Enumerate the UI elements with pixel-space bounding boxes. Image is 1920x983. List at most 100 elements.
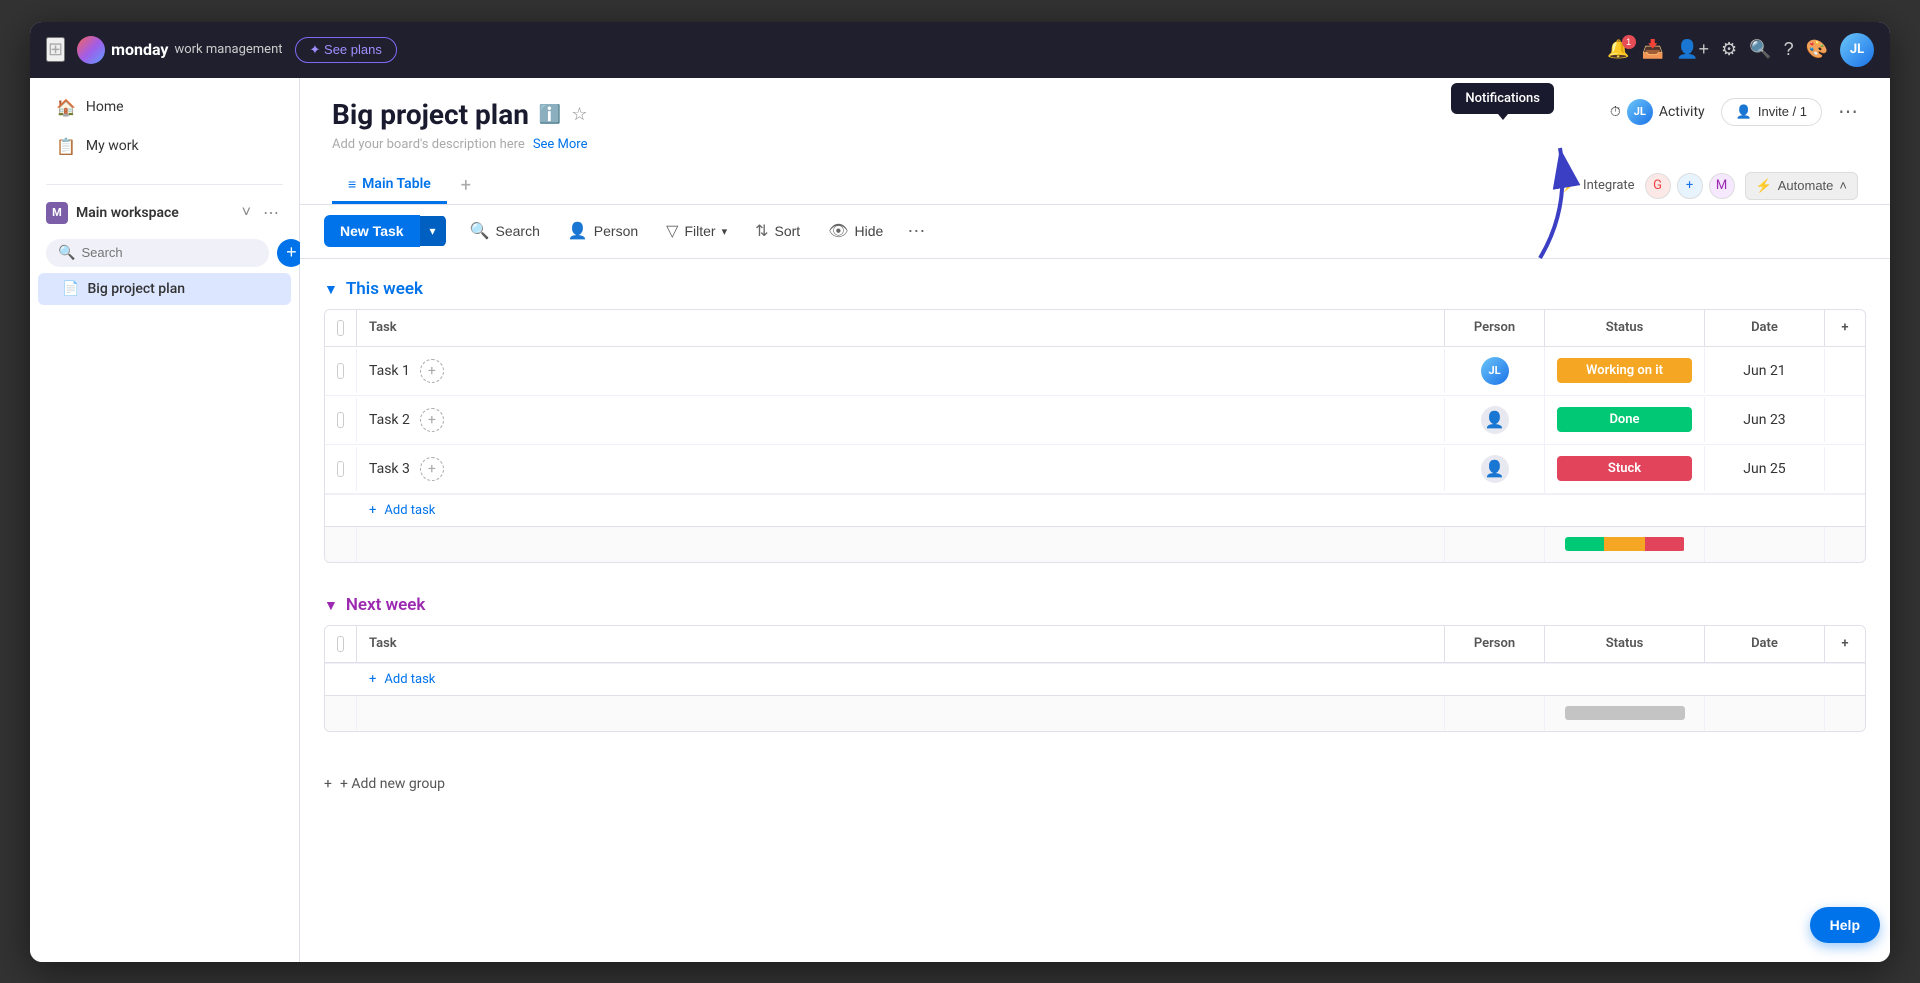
row1-status-badge[interactable]: Working on it [1557, 358, 1692, 383]
filter-chevron: ▾ [722, 225, 728, 238]
add-group-label: + Add new group [340, 776, 445, 792]
row1-task-cell: Task 1 + [357, 349, 1445, 393]
row2-person-empty[interactable]: 👤 [1481, 406, 1509, 434]
row1-checkbox[interactable] [337, 363, 344, 379]
sidebar-search-input[interactable] [81, 245, 257, 260]
add-task-row-this-week[interactable]: + Add task [325, 494, 1865, 526]
plus-icon[interactable]: + [1677, 173, 1703, 199]
search-icon[interactable]: 🔍 [1749, 39, 1771, 60]
select-all-checkbox2[interactable] [337, 636, 344, 652]
row3-task-name: Task 3 [369, 461, 410, 477]
group-this-week: ▼ This week Task Person Status [324, 279, 1866, 563]
add-new-group-button[interactable]: + + Add new group [324, 764, 1866, 804]
workspace-more[interactable]: ⋯ [259, 201, 283, 225]
row2-person-cell: 👤 [1445, 396, 1545, 444]
row1-date-cell[interactable]: Jun 21 [1705, 349, 1825, 393]
sidebar-item-my-work[interactable]: 📋 My work [46, 129, 283, 164]
th-add-col[interactable]: + [1825, 310, 1865, 346]
summary-bar-this-week [325, 526, 1865, 562]
invite-button[interactable]: 👤 Invite / 1 [1721, 98, 1822, 126]
board-info-icon[interactable]: ℹ️ [539, 104, 561, 125]
row2-date-cell[interactable]: Jun 23 [1705, 398, 1825, 442]
summary2-date [1705, 696, 1825, 731]
see-more-link[interactable]: See More [533, 137, 588, 152]
board-item-label: Big project plan [87, 281, 185, 297]
notifications-button[interactable]: 🔔 1 [1607, 39, 1629, 60]
logo-text: monday [111, 40, 168, 59]
person-toolbar-button[interactable]: 👤 Person [556, 215, 650, 247]
summary2-add [1825, 696, 1865, 731]
see-plans-button[interactable]: ✦ See plans [295, 37, 397, 63]
group-this-week-header: ▼ This week [324, 279, 1866, 299]
select-all-checkbox[interactable] [337, 320, 344, 336]
row2-add-person-icon[interactable]: + [420, 408, 444, 432]
row3-task-cell: Task 3 + [357, 447, 1445, 491]
sort-toolbar-button[interactable]: ⇅ Sort [743, 215, 812, 247]
row1-add-person-icon[interactable]: + [420, 359, 444, 383]
user-avatar[interactable]: JL [1840, 33, 1874, 67]
table-row: Task 2 + 👤 Done Jun 23 [325, 396, 1865, 445]
mail-icon[interactable]: M [1709, 173, 1735, 199]
row1-person-avatar[interactable]: JL [1481, 357, 1509, 385]
th2-date: Date [1705, 626, 1825, 662]
tab-main-table[interactable]: ≡ Main Table [332, 168, 447, 204]
activity-button[interactable]: ⏱ JL Activity [1610, 99, 1705, 125]
inbox-button[interactable]: 📥 [1642, 39, 1664, 60]
row2-task-name: Task 2 [369, 412, 410, 428]
main-layout: 🏠 Home 📋 My work M Main workspace ˅ ⋯ [30, 78, 1890, 962]
summary-task [357, 527, 1445, 562]
row3-person-empty[interactable]: 👤 [1481, 455, 1509, 483]
group-next-week-collapse-button[interactable]: ▼ [324, 597, 338, 613]
row3-add-person-icon[interactable]: + [420, 457, 444, 481]
row2-checkbox[interactable] [337, 412, 344, 428]
board-title: Big project plan [332, 98, 529, 131]
automate-button[interactable]: ⚡ Automate ˄ [1745, 172, 1858, 200]
add-tab-button[interactable]: + [451, 169, 481, 202]
gmail-icon[interactable]: G [1645, 173, 1671, 199]
add-task-row-next-week[interactable]: + Add task [325, 663, 1865, 695]
row3-status-cell: Stuck [1545, 446, 1705, 491]
row2-status-badge[interactable]: Done [1557, 407, 1692, 432]
invite-people-icon[interactable]: 👤+ [1676, 39, 1709, 60]
row3-checkbox[interactable] [337, 461, 344, 477]
workspace-header[interactable]: M Main workspace ˅ ⋯ [30, 193, 299, 233]
row1-person-cell: JL [1445, 347, 1545, 395]
th2-add-col[interactable]: + [1825, 626, 1865, 662]
hide-toolbar-button[interactable]: 👁 Hide [816, 215, 895, 247]
grid-menu-icon[interactable]: ⊞ [46, 37, 65, 62]
logo-dot [77, 36, 105, 64]
content-wrapper: Big project plan ℹ️ ☆ Add your board's d… [300, 78, 1890, 962]
sort-toolbar-icon: ⇅ [755, 221, 768, 241]
row3-status-badge[interactable]: Stuck [1557, 456, 1692, 481]
color-picker-icon[interactable]: 🎨 [1806, 39, 1828, 60]
th2-person: Person [1445, 626, 1545, 662]
help-button[interactable]: Help [1810, 907, 1880, 943]
sidebar-item-home[interactable]: 🏠 Home [46, 90, 283, 125]
board-star-icon[interactable]: ☆ [571, 104, 587, 125]
help-icon[interactable]: ? [1784, 39, 1794, 60]
search-toolbar-button[interactable]: 🔍 Search [458, 215, 552, 247]
summary-person [1445, 527, 1545, 562]
new-task-button[interactable]: New Task [324, 215, 420, 247]
row3-date-cell[interactable]: Jun 25 [1705, 447, 1825, 491]
board-toolbar: New Task ▾ 🔍 Search 👤 Person ▽ Filt [300, 205, 1890, 259]
add-group-icon: + [324, 776, 332, 792]
group-collapse-button[interactable]: ▼ [324, 281, 338, 297]
activity-label: Activity [1659, 104, 1705, 120]
new-task-caret[interactable]: ▾ [420, 216, 446, 246]
task-table-next-week: Task Person Status Date + + Add task [324, 625, 1866, 732]
workspace-chevron[interactable]: ˅ [238, 201, 255, 225]
integrate-button[interactable]: ⚡ Integrate [1561, 178, 1635, 193]
top-nav: ⊞ monday work management ✦ See plans 🔔 1… [30, 22, 1890, 78]
table-row: Task 3 + 👤 Stuck Jun 25 [325, 445, 1865, 494]
sidebar-board-item[interactable]: 📄 Big project plan [38, 273, 291, 305]
apps-icon[interactable]: ⚙ [1721, 39, 1737, 60]
automate-icon: ⚡ [1756, 178, 1772, 194]
filter-toolbar-button[interactable]: ▽ Filter ▾ [654, 215, 739, 247]
add-task-icon: + [369, 503, 376, 518]
row2-status-cell: Done [1545, 397, 1705, 442]
summary2-checkbox [325, 696, 357, 731]
toolbar-more-button[interactable]: ⋯ [899, 215, 933, 248]
board-more-button[interactable]: ⋯ [1838, 99, 1858, 124]
logo-area: monday work management [77, 36, 282, 64]
